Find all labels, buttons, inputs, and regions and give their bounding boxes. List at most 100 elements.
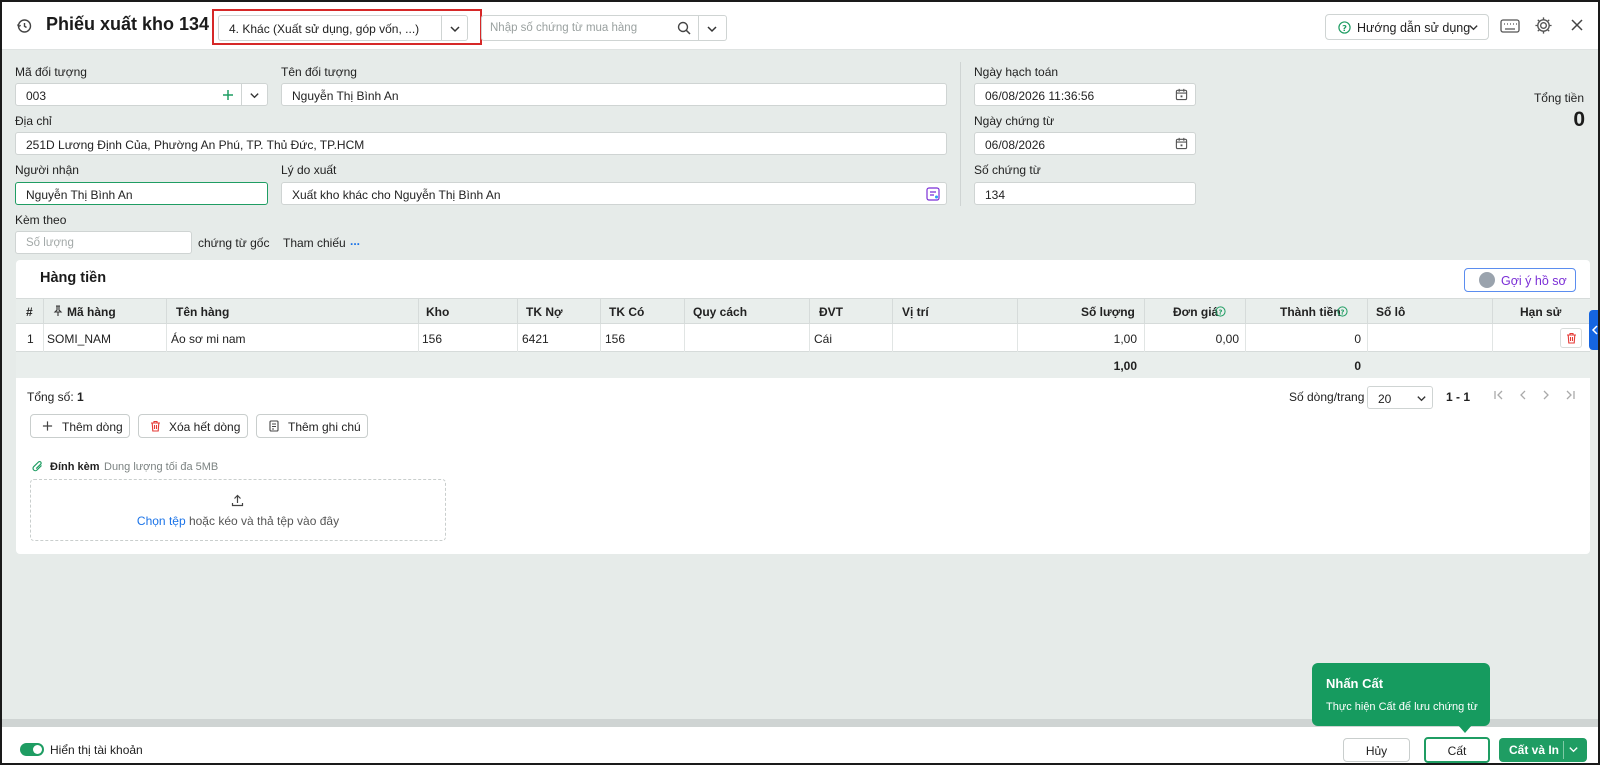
help-circle-icon[interactable]: ?	[1215, 306, 1226, 317]
next-page-icon[interactable]	[1540, 389, 1552, 401]
history-icon[interactable]	[16, 18, 32, 34]
add-icon[interactable]	[222, 89, 234, 101]
delete-row-button[interactable]	[1560, 328, 1582, 348]
cell-divider	[1017, 324, 1018, 352]
col-divider	[166, 299, 167, 325]
col-divider	[418, 299, 419, 325]
col-so-luong[interactable]: Số lượng	[1081, 305, 1135, 319]
col-ten-hang[interactable]: Tên hàng	[176, 305, 229, 319]
col-vi-tri[interactable]: Vị trí	[902, 305, 929, 319]
field-divider	[241, 84, 242, 105]
page-range: 1 - 1	[1446, 390, 1471, 404]
col-kho[interactable]: Kho	[426, 305, 449, 319]
side-panel-toggle[interactable]	[1589, 310, 1598, 350]
cell-dvt[interactable]: Cái	[814, 332, 832, 346]
ngay-hach-toan-field[interactable]: 06/08/2026 11:36:56	[974, 83, 1196, 106]
nguoi-nhan-field[interactable]: Nguyễn Thị Bình An	[15, 182, 268, 205]
chevron-down-icon[interactable]	[1568, 744, 1579, 755]
dia-chi-label: Địa chỉ	[15, 114, 52, 128]
show-accounts-toggle[interactable]	[20, 743, 44, 756]
search-input[interactable]: Nhập số chứng từ mua hàng	[481, 15, 699, 41]
chevron-left-icon	[1591, 325, 1598, 335]
cell-thanh-tien[interactable]: 0	[1354, 332, 1361, 346]
save-label: Cất	[1447, 744, 1467, 758]
choose-file-link[interactable]: Chọn tệp	[137, 514, 186, 528]
kem-theo-placeholder: Số lượng	[26, 237, 74, 249]
first-page-icon[interactable]	[1493, 389, 1505, 401]
col-divider	[1245, 299, 1246, 325]
search-icon[interactable]	[677, 21, 691, 35]
save-button[interactable]: Cất	[1424, 737, 1490, 763]
ma-doi-tuong-field[interactable]: 003	[15, 83, 268, 106]
cell-don-gia[interactable]: 0,00	[1216, 332, 1239, 346]
dia-chi-field[interactable]: 251D Lương Định Của, Phường An Phú, TP. …	[15, 132, 947, 155]
file-dropzone[interactable]: Chọn tệp hoặc kéo và thả tệp vào đây	[30, 479, 446, 541]
user-guide-label: Hướng dẫn sử dụng	[1357, 21, 1471, 35]
cell-ma-hang[interactable]: SOMI_NAM	[47, 332, 111, 346]
close-icon[interactable]	[1570, 18, 1584, 32]
cell-so-luong[interactable]: 1,00	[1114, 332, 1137, 346]
col-dvt[interactable]: ĐVT	[819, 305, 843, 319]
add-note-button[interactable]: Thêm ghi chú	[256, 414, 368, 438]
so-chung-tu-value: 134	[985, 188, 1006, 202]
col-divider	[1144, 299, 1145, 325]
kem-theo-quantity-input[interactable]: Số lượng	[15, 231, 192, 254]
per-page-select[interactable]: 20	[1367, 386, 1433, 409]
highlight-box	[212, 9, 482, 45]
col-tk-co[interactable]: TK Có	[609, 305, 644, 319]
cancel-button[interactable]: Hủy	[1343, 738, 1410, 762]
table-row[interactable]: 1 SOMI_NAM Áo sơ mi nam 156 6421 156 Cái…	[16, 324, 1590, 352]
cancel-label: Hủy	[1365, 744, 1388, 758]
calendar-icon[interactable]	[1175, 88, 1188, 101]
add-note-label: Thêm ghi chú	[288, 420, 361, 434]
gear-icon[interactable]	[1534, 16, 1553, 35]
col-thanh-tien[interactable]: Thành tiền	[1280, 305, 1341, 319]
header-bar: Phiếu xuất kho 134 4. Khác (Xuất sử dụng…	[2, 2, 1598, 50]
ten-doi-tuong-field[interactable]: Nguyễn Thị Bình An	[281, 83, 947, 106]
suggest-profile-button[interactable]: Gợi ý hồ sơ	[1464, 268, 1576, 292]
cell-divider	[892, 324, 893, 352]
col-quy-cach[interactable]: Quy cách	[693, 305, 747, 319]
dia-chi-value: 251D Lương Định Của, Phường An Phú, TP. …	[26, 138, 365, 152]
items-title: Hàng tiền	[40, 270, 107, 286]
tham-chieu-link[interactable]: ...	[350, 234, 360, 248]
cell-divider	[1245, 324, 1246, 352]
col-ma-hang[interactable]: Mã hàng	[67, 305, 116, 319]
per-page-label: Số dòng/trang	[1289, 390, 1365, 404]
suggest-profile-label: Gợi ý hồ sơ	[1501, 274, 1567, 288]
avatar	[1479, 272, 1495, 288]
user-guide-button[interactable]: ? Hướng dẫn sử dụng	[1325, 14, 1489, 40]
ai-suggest-icon[interactable]	[926, 187, 940, 201]
ma-doi-tuong-label: Mã đối tượng	[15, 65, 87, 79]
col-han-su[interactable]: Hạn sử	[1520, 305, 1561, 319]
svg-text:?: ?	[1219, 308, 1223, 316]
col-don-gia[interactable]: Đơn giá	[1173, 305, 1218, 319]
search-dropdown-button[interactable]	[699, 15, 727, 41]
save-and-print-button[interactable]: Cất và In	[1499, 738, 1587, 762]
pin-icon[interactable]	[53, 305, 63, 317]
calendar-icon[interactable]	[1175, 137, 1188, 150]
chevron-down-icon[interactable]	[249, 90, 260, 101]
help-circle-icon[interactable]: ?	[1337, 306, 1348, 317]
ngay-chung-tu-field[interactable]: 06/08/2026	[974, 132, 1196, 155]
cell-divider	[809, 324, 810, 352]
add-row-button[interactable]: Thêm dòng	[30, 414, 130, 438]
cell-ten-hang[interactable]: Áo sơ mi nam	[171, 332, 246, 346]
cell-tk-co[interactable]: 156	[605, 332, 625, 346]
ly-do-xuat-field[interactable]: Xuất kho khác cho Nguyễn Thị Bình An	[281, 182, 947, 205]
cell-tk-no[interactable]: 6421	[522, 332, 549, 346]
col-divider	[1367, 299, 1368, 325]
attachment-limit: Dung lượng tối đa 5MB	[104, 461, 219, 473]
svg-text:?: ?	[1341, 308, 1345, 316]
so-chung-tu-field[interactable]: 134	[974, 182, 1196, 205]
keyboard-icon[interactable]	[1500, 18, 1520, 34]
per-page-value: 20	[1378, 392, 1392, 406]
last-page-icon[interactable]	[1564, 389, 1576, 401]
chevron-down-icon	[1417, 396, 1426, 402]
tham-chieu-label: Tham chiếu	[283, 236, 346, 250]
delete-all-rows-button[interactable]: Xóa hết dòng	[138, 414, 248, 438]
cell-kho[interactable]: 156	[422, 332, 442, 346]
prev-page-icon[interactable]	[1517, 389, 1529, 401]
col-so-lo[interactable]: Số lô	[1376, 305, 1405, 319]
col-tk-no[interactable]: TK Nợ	[526, 305, 563, 319]
